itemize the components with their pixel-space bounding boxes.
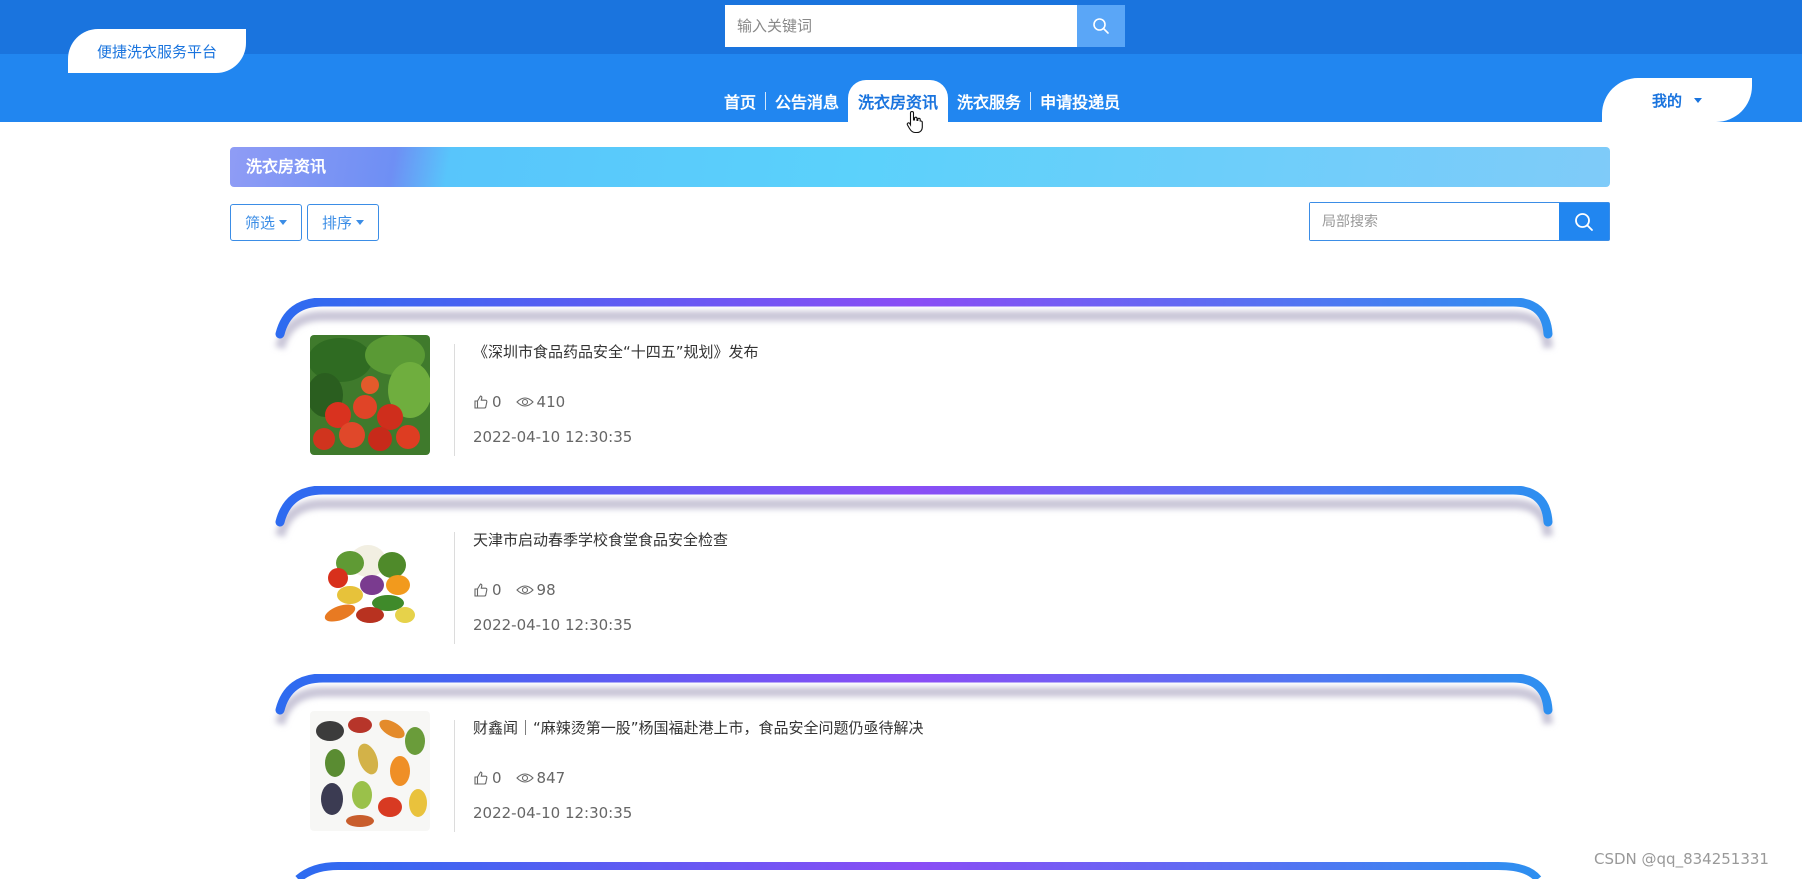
section-header: 洗衣房资讯 bbox=[230, 147, 1610, 187]
news-stats: 0 98 bbox=[473, 581, 570, 599]
global-search-button[interactable] bbox=[1077, 5, 1125, 47]
like-count: 0 bbox=[492, 393, 502, 411]
card-divider bbox=[454, 344, 455, 456]
nav-item-laundry-service[interactable]: 洗衣服务 bbox=[948, 80, 1030, 122]
search-icon bbox=[1575, 212, 1593, 231]
like-count: 0 bbox=[492, 769, 502, 787]
filter-button-label: 筛选 bbox=[244, 214, 275, 232]
thumbs-up-icon[interactable] bbox=[473, 582, 489, 598]
card-frame-partial bbox=[295, 862, 1542, 879]
eye-icon bbox=[515, 397, 534, 407]
nav-item-laundry-news[interactable]: 洗衣房资讯 bbox=[848, 80, 949, 122]
filter-button[interactable]: 筛选 bbox=[230, 204, 302, 241]
sort-button-label: 排序 bbox=[321, 214, 352, 232]
global-search-input[interactable] bbox=[725, 5, 1077, 47]
view-count: 410 bbox=[536, 393, 566, 411]
watermark: CSDN @qq_834251331 bbox=[1594, 850, 1769, 868]
local-search-input[interactable] bbox=[1310, 203, 1560, 240]
card-divider bbox=[454, 532, 455, 644]
sort-button[interactable]: 排序 bbox=[307, 204, 379, 241]
hand-cursor-icon bbox=[906, 110, 923, 134]
card-frame bbox=[270, 486, 1560, 656]
card-frame bbox=[270, 674, 1560, 844]
like-count: 0 bbox=[492, 581, 502, 599]
caret-down-icon bbox=[279, 220, 287, 225]
vegetables-image bbox=[310, 335, 430, 455]
global-search bbox=[725, 5, 1125, 47]
news-thumbnail[interactable] bbox=[310, 335, 430, 455]
thumbs-up-icon[interactable] bbox=[473, 394, 489, 410]
nav-item-home[interactable]: 首页 bbox=[715, 80, 765, 122]
eye-icon bbox=[515, 585, 534, 595]
user-menu-button[interactable]: 我的 bbox=[1602, 78, 1752, 122]
view-count: 98 bbox=[536, 581, 556, 599]
search-icon bbox=[1093, 18, 1109, 34]
news-thumbnail[interactable] bbox=[310, 711, 430, 831]
local-search-button[interactable] bbox=[1559, 203, 1609, 240]
local-search bbox=[1309, 202, 1610, 241]
news-thumbnail[interactable] bbox=[310, 523, 430, 643]
view-count: 847 bbox=[536, 769, 566, 787]
news-title[interactable]: 《深圳市食品药品安全“十四五”规划》发布 bbox=[473, 341, 759, 362]
news-time: 2022-04-10 12:30:35 bbox=[473, 428, 633, 446]
vegetables-image bbox=[310, 523, 430, 643]
news-stats: 0 847 bbox=[473, 769, 579, 787]
eye-icon bbox=[515, 773, 534, 783]
news-card[interactable]: 《深圳市食品药品安全“十四五”规划》发布 0 410 2022-04-10 12… bbox=[268, 298, 1564, 468]
nav-item-announcements[interactable]: 公告消息 bbox=[766, 80, 848, 122]
caret-down-icon bbox=[356, 220, 364, 225]
card-divider bbox=[454, 720, 455, 832]
site-logo[interactable]: 便捷洗衣服务平台 bbox=[68, 29, 246, 73]
news-stats: 0 410 bbox=[473, 393, 579, 411]
user-menu-label: 我的 bbox=[1651, 91, 1682, 110]
section-title: 洗衣房资讯 bbox=[246, 157, 327, 176]
news-title[interactable]: 财鑫闻｜“麻辣烫第一股”杨国福赴港上市，食品安全问题仍亟待解决 bbox=[473, 717, 924, 738]
news-card[interactable]: 天津市启动春季学校食堂食品安全检查 0 98 2022-04-10 12:30:… bbox=[268, 486, 1564, 656]
thumbs-up-icon[interactable] bbox=[473, 770, 489, 786]
news-time: 2022-04-10 12:30:35 bbox=[473, 616, 633, 634]
vegetables-image bbox=[310, 711, 430, 831]
news-time: 2022-04-10 12:30:35 bbox=[473, 804, 633, 822]
news-title[interactable]: 天津市启动春季学校食堂食品安全检查 bbox=[473, 529, 728, 550]
site-logo-text: 便捷洗衣服务平台 bbox=[96, 42, 217, 61]
nav-item-apply-courier[interactable]: 申请投递员 bbox=[1031, 80, 1129, 122]
card-frame bbox=[270, 298, 1560, 468]
news-card[interactable]: 财鑫闻｜“麻辣烫第一股”杨国福赴港上市，食品安全问题仍亟待解决 0 847 20… bbox=[268, 674, 1564, 844]
caret-down-icon bbox=[1694, 97, 1702, 103]
